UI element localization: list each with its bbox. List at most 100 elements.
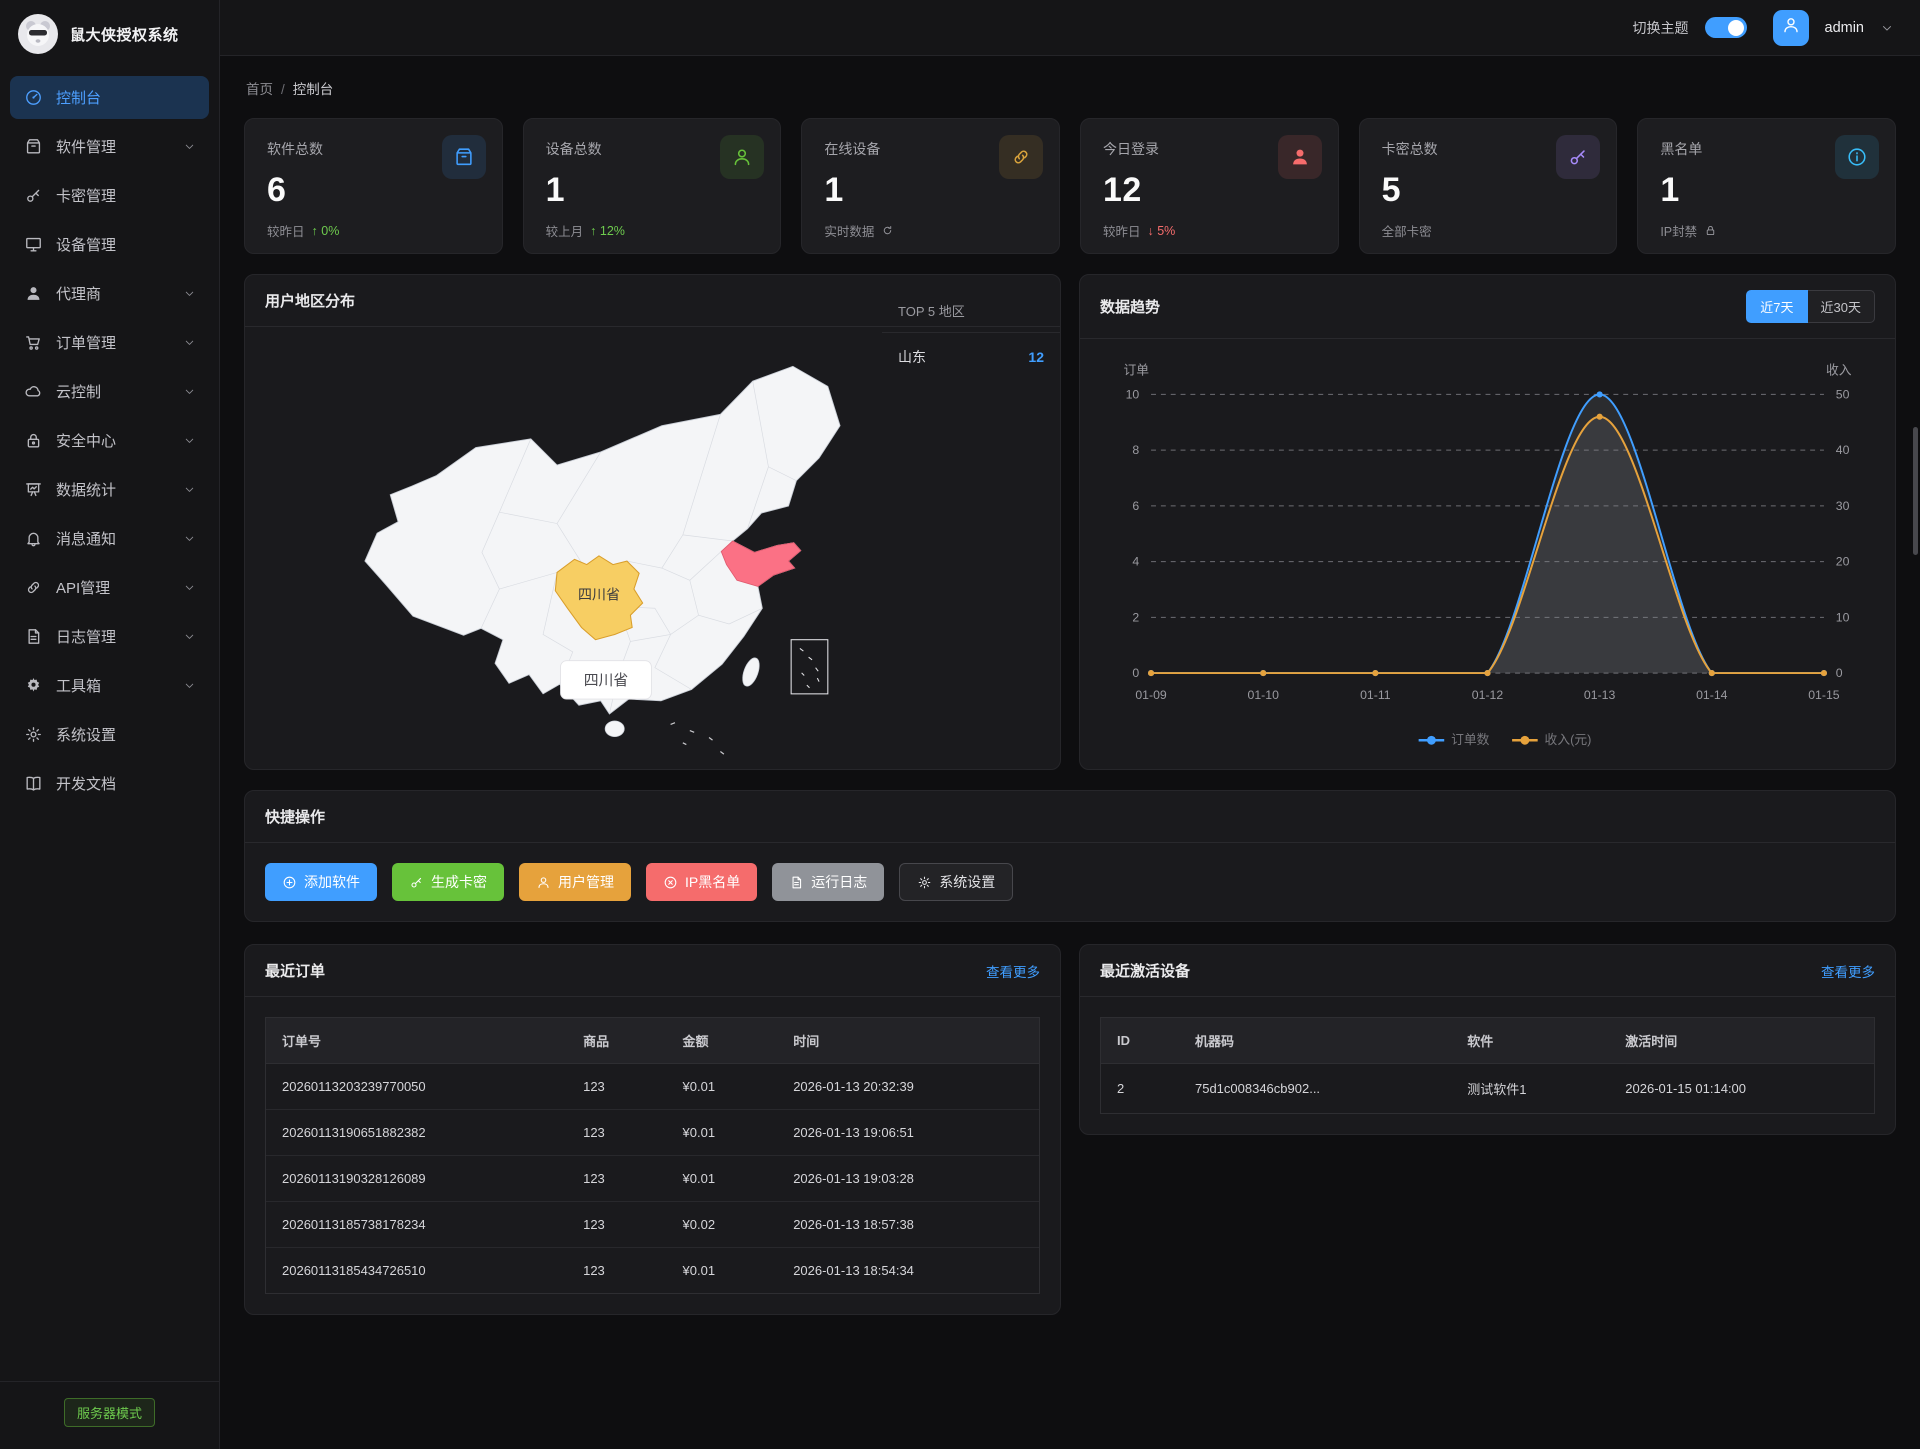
chart-panel-header: 数据趋势 近7天近30天 <box>1080 275 1895 339</box>
svg-text:01-14: 01-14 <box>1696 688 1728 702</box>
app-layout: 鼠大侠授权系统 控制台软件管理卡密管理设备管理代理商订单管理云控制安全中心数据统… <box>0 0 1920 1449</box>
sidebar-item-系统设置[interactable]: 系统设置 <box>10 713 209 756</box>
quick-action-系统设置[interactable]: 系统设置 <box>899 863 1013 901</box>
map-panel: 用户地区分布 TOP 5 地区 山东12 <box>244 274 1061 770</box>
recent-orders-panel: 最近订单 查看更多 订单号商品金额时间202601132032397700501… <box>244 944 1061 1315</box>
sidebar-item-消息通知[interactable]: 消息通知 <box>10 517 209 560</box>
legend-item-订单数[interactable]: 订单数 <box>1419 732 1490 747</box>
sidebar-item-label: 卡密管理 <box>56 185 116 206</box>
map-inset-south-sea <box>791 640 828 694</box>
app-title: 鼠大侠授权系统 <box>70 24 179 45</box>
sidebar-item-开发文档[interactable]: 开发文档 <box>10 762 209 805</box>
svg-text:0: 0 <box>1132 666 1139 680</box>
stat-card-软件总数: 软件总数6较昨日↑ 0% <box>244 118 503 254</box>
breadcrumb: 首页/控制台 <box>246 78 1894 98</box>
svg-text:订单: 订单 <box>1124 363 1150 378</box>
cart-icon <box>23 333 43 353</box>
sidebar-item-label: 云控制 <box>56 381 101 402</box>
bell-icon <box>23 529 43 549</box>
table-header: 时间 <box>777 1018 1039 1064</box>
table-header: 商品 <box>567 1018 666 1064</box>
chevron-down-icon <box>183 532 196 545</box>
link-icon <box>23 578 43 598</box>
link-icon <box>999 135 1043 179</box>
sidebar-item-label: 消息通知 <box>56 528 116 549</box>
lock-icon <box>1704 224 1717 237</box>
sidebar-item-API管理[interactable]: API管理 <box>10 566 209 609</box>
sidebar-item-云控制[interactable]: 云控制 <box>10 370 209 413</box>
legend-item-收入(元)[interactable]: 收入(元) <box>1512 732 1591 747</box>
table-row: 20260113185434726510123¥0.012026-01-13 1… <box>266 1248 1039 1294</box>
stat-card-今日登录: 今日登录12较昨日↓ 5% <box>1080 118 1339 254</box>
stat-cards-row: 软件总数6较昨日↑ 0%设备总数1较上月↑ 12%在线设备1实时数据今日登录12… <box>244 118 1896 254</box>
svg-text:01-10: 01-10 <box>1247 688 1279 702</box>
stat-sub: 较昨日↓ 5% <box>1103 221 1316 240</box>
scrollbar-thumb[interactable] <box>1913 427 1918 555</box>
quick-action-生成卡密[interactable]: 生成卡密 <box>392 863 504 901</box>
chevron-down-icon <box>183 434 196 447</box>
stat-card-卡密总数: 卡密总数5全部卡密 <box>1359 118 1618 254</box>
person-solid-icon <box>1278 135 1322 179</box>
quick-action-添加软件[interactable]: 添加软件 <box>265 863 377 901</box>
stat-sub: IP封禁 <box>1660 221 1873 240</box>
range-button-近7天[interactable]: 近7天 <box>1746 290 1807 323</box>
chevron-down-icon <box>183 581 196 594</box>
stat-card-在线设备: 在线设备1实时数据 <box>801 118 1060 254</box>
quick-action-运行日志[interactable]: 运行日志 <box>772 863 884 901</box>
sidebar-item-数据统计[interactable]: 数据统计 <box>10 468 209 511</box>
devices-more-link[interactable]: 查看更多 <box>1821 961 1875 981</box>
svg-text:01-12: 01-12 <box>1472 688 1504 702</box>
chart-body: 002104206308401050订单收入01-0901-1001-1101-… <box>1080 339 1895 769</box>
server-mode-badge: 服务器模式 <box>64 1398 155 1427</box>
sidebar-item-控制台[interactable]: 控制台 <box>10 76 209 119</box>
key-icon <box>23 186 43 206</box>
table-row: 20260113203239770050123¥0.012026-01-13 2… <box>266 1064 1039 1110</box>
svg-text:50: 50 <box>1836 387 1850 401</box>
user-avatar[interactable] <box>1773 10 1809 46</box>
theme-toggle[interactable] <box>1705 17 1747 38</box>
user-icon <box>720 135 764 179</box>
chevron-down-icon[interactable] <box>1880 21 1894 35</box>
sidebar-item-label: 软件管理 <box>56 136 116 157</box>
sidebar-item-工具箱[interactable]: 工具箱 <box>10 664 209 707</box>
svg-text:0: 0 <box>1836 666 1843 680</box>
quick-action-IP黑名单[interactable]: IP黑名单 <box>646 863 757 901</box>
quick-action-用户管理[interactable]: 用户管理 <box>519 863 631 901</box>
sidebar-item-代理商[interactable]: 代理商 <box>10 272 209 315</box>
quick-actions-title: 快捷操作 <box>265 806 325 827</box>
breadcrumb-home[interactable]: 首页 <box>246 82 273 97</box>
sidebar-item-订单管理[interactable]: 订单管理 <box>10 321 209 364</box>
trend-value: ↑ 0% <box>312 224 340 238</box>
svg-text:01-15: 01-15 <box>1808 688 1840 702</box>
svg-text:01-09: 01-09 <box>1135 688 1167 702</box>
orders-more-link[interactable]: 查看更多 <box>986 961 1040 981</box>
svg-text:2: 2 <box>1132 610 1139 624</box>
table-header: 激活时间 <box>1609 1018 1874 1064</box>
username: admin <box>1825 20 1865 36</box>
book-icon <box>23 774 43 794</box>
table-header: 金额 <box>667 1018 778 1064</box>
chevron-down-icon <box>183 385 196 398</box>
range-button-近30天[interactable]: 近30天 <box>1808 290 1875 323</box>
sidebar-item-设备管理[interactable]: 设备管理 <box>10 223 209 266</box>
sidebar-item-安全中心[interactable]: 安全中心 <box>10 419 209 462</box>
user-icon <box>1781 15 1801 40</box>
breadcrumb-current: 控制台 <box>293 82 334 97</box>
gear-icon <box>917 875 932 890</box>
chart-board-icon <box>23 480 43 500</box>
svg-text:收入: 收入 <box>1826 363 1852 378</box>
table-row: 275d1c008346cb902...测试软件12026-01-15 01:1… <box>1101 1064 1874 1114</box>
document-icon <box>789 875 804 890</box>
sidebar-item-软件管理[interactable]: 软件管理 <box>10 125 209 168</box>
sidebar-item-卡密管理[interactable]: 卡密管理 <box>10 174 209 217</box>
svg-text:10: 10 <box>1836 610 1850 624</box>
gear-icon <box>23 725 43 745</box>
sidebar-item-日志管理[interactable]: 日志管理 <box>10 615 209 658</box>
sidebar: 鼠大侠授权系统 控制台软件管理卡密管理设备管理代理商订单管理云控制安全中心数据统… <box>0 0 220 1449</box>
monitor-icon <box>23 235 43 255</box>
recent-devices-title: 最近激活设备 <box>1100 960 1190 981</box>
trend-value: ↑ 12% <box>590 224 625 238</box>
person-solid-icon <box>23 284 43 304</box>
top5-title: TOP 5 地区 <box>882 291 1060 333</box>
gear-solid-icon <box>23 676 43 696</box>
